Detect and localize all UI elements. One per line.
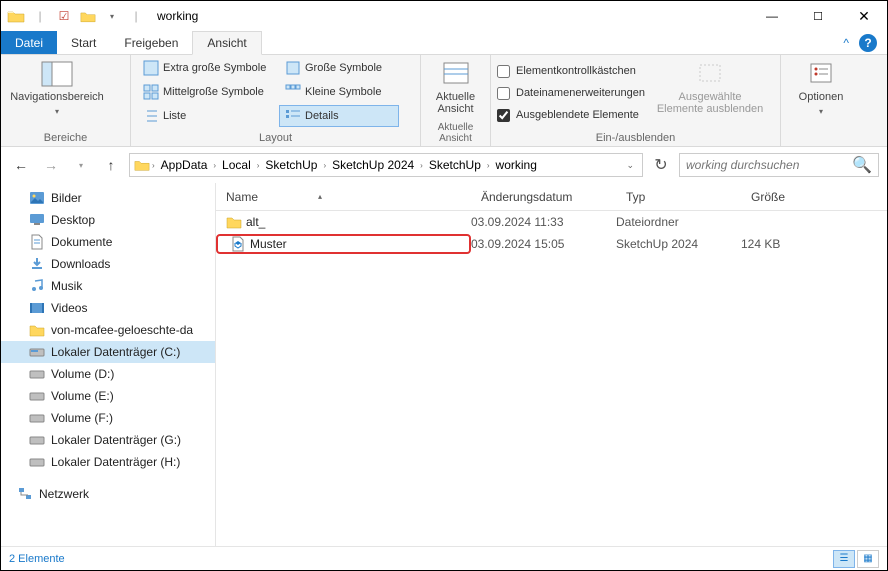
navigation-pane-label: Navigationsbereich: [10, 91, 104, 103]
tree-item-label: von-mcafee-geloeschte-da: [51, 323, 193, 337]
tree-item-label: Bilder: [51, 191, 82, 205]
tab-share[interactable]: Freigeben: [110, 31, 192, 54]
qat-properties-icon[interactable]: ☑: [53, 5, 75, 27]
layout-md[interactable]: Mittelgroße Symbole: [137, 81, 277, 103]
tree-item-label: Netzwerk: [39, 487, 89, 501]
tree-item[interactable]: Downloads: [1, 253, 215, 275]
qat-new-folder-icon[interactable]: [77, 5, 99, 27]
file-modified: 03.09.2024 15:05: [471, 237, 616, 251]
crumb-1[interactable]: Local: [218, 158, 255, 172]
minimize-button[interactable]: —: [749, 1, 795, 31]
tree-item-label: Volume (E:): [51, 389, 114, 403]
tree-item-label: Desktop: [51, 213, 95, 227]
col-modified[interactable]: Änderungsdatum: [471, 190, 616, 204]
tree-item[interactable]: Musik: [1, 275, 215, 297]
view-details-button[interactable]: ☰: [833, 550, 855, 568]
file-name: Muster: [250, 237, 287, 251]
close-button[interactable]: ✕: [841, 1, 887, 31]
crumb-4[interactable]: SketchUp: [425, 158, 485, 172]
tree-item[interactable]: Dokumente: [1, 231, 215, 253]
tree-item[interactable]: Desktop: [1, 209, 215, 231]
tree-item[interactable]: Lokaler Datenträger (H:): [1, 451, 215, 473]
search-icon[interactable]: 🔍: [852, 155, 872, 175]
view-thumbnails-button[interactable]: ▦: [857, 550, 879, 568]
layout-details[interactable]: Details: [279, 105, 399, 127]
tree-item[interactable]: Volume (F:): [1, 407, 215, 429]
refresh-button[interactable]: ↻: [649, 153, 673, 177]
chk-item-checkboxes[interactable]: Elementkontrollkästchen: [497, 61, 645, 81]
crumb-3[interactable]: SketchUp 2024: [328, 158, 418, 172]
folder-icon: [134, 158, 150, 172]
tree-item[interactable]: Lokaler Datenträger (G:): [1, 429, 215, 451]
search-box[interactable]: 🔍: [679, 153, 879, 177]
options-button[interactable]: Optionen ▾: [787, 57, 855, 116]
file-name: alt_: [246, 215, 265, 229]
current-view-button[interactable]: Aktuelle Ansicht: [427, 57, 484, 115]
file-modified: 03.09.2024 11:33: [471, 215, 616, 229]
chk-file-extensions[interactable]: Dateinamenerweiterungen: [497, 83, 645, 103]
tree-item-label: Lokaler Datenträger (G:): [51, 433, 181, 447]
tree-item-network[interactable]: Netzwerk: [1, 483, 215, 505]
navigation-pane-button[interactable]: Navigationsbereich ▾: [7, 57, 107, 116]
layout-lg[interactable]: Große Symbole: [279, 57, 399, 79]
tab-file[interactable]: Datei: [1, 31, 57, 54]
file-type: Dateiordner: [616, 215, 741, 229]
tree-item-label: Volume (D:): [51, 367, 114, 381]
sort-asc-icon: ▴: [318, 192, 322, 201]
crumb-5[interactable]: working: [492, 158, 541, 172]
tree-item-label: Downloads: [51, 257, 110, 271]
tree-item[interactable]: von-mcafee-geloeschte-da: [1, 319, 215, 341]
divider-icon: |: [125, 5, 147, 27]
tree-item[interactable]: Volume (E:): [1, 385, 215, 407]
tree-item[interactable]: Bilder: [1, 187, 215, 209]
tree-item-label: Lokaler Datenträger (H:): [51, 455, 180, 469]
help-icon[interactable]: ?: [859, 34, 877, 52]
chk-hidden-items[interactable]: Ausgeblendete Elemente: [497, 105, 645, 125]
tab-view[interactable]: Ansicht: [192, 31, 261, 55]
col-type[interactable]: Typ: [616, 190, 741, 204]
tree-item-label: Volume (F:): [51, 411, 113, 425]
tree-item-label: Videos: [51, 301, 87, 315]
col-name[interactable]: Name▴: [216, 190, 471, 204]
nav-forward-button[interactable]: →: [39, 153, 63, 177]
qat-dropdown-icon[interactable]: ▾: [101, 5, 123, 27]
file-row[interactable]: Muster 03.09.2024 15:05SketchUp 2024124 K…: [216, 233, 887, 255]
layout-xl[interactable]: Extra große Symbole: [137, 57, 277, 79]
group-layout-label: Layout: [137, 132, 414, 146]
nav-tree[interactable]: Bilder Desktop Dokumente Downloads Musik Vide…: [1, 183, 216, 546]
crumb-2[interactable]: SketchUp: [261, 158, 321, 172]
file-size: 124 KB: [741, 237, 841, 251]
chevron-down-icon: ▾: [819, 107, 823, 116]
tree-item-label: Lokaler Datenträger (C:): [51, 345, 180, 359]
file-type: SketchUp 2024: [616, 237, 741, 251]
divider-icon: |: [29, 5, 51, 27]
tree-item[interactable]: Videos: [1, 297, 215, 319]
status-item-count: 2 Elemente: [9, 553, 65, 565]
file-row[interactable]: alt_ 03.09.2024 11:33Dateiordner: [216, 211, 887, 233]
ribbon-collapse-icon[interactable]: ^: [843, 36, 849, 50]
layout-sm[interactable]: Kleine Symbole: [279, 81, 399, 103]
folder-icon: [5, 5, 27, 27]
breadcrumb[interactable]: › AppData› Local› SketchUp› SketchUp 202…: [129, 153, 643, 177]
layout-list[interactable]: Liste: [137, 105, 277, 127]
window-title: working: [157, 9, 198, 23]
tree-item-label: Musik: [51, 279, 82, 293]
crumb-0[interactable]: AppData: [157, 158, 212, 172]
search-input[interactable]: [686, 158, 852, 172]
maximize-button[interactable]: ☐: [795, 1, 841, 31]
group-showhide-label: Ein-/ausblenden: [497, 132, 774, 146]
tree-item[interactable]: Volume (D:): [1, 363, 215, 385]
hide-selected-button[interactable]: Ausgewählte Elemente ausblenden: [655, 57, 765, 115]
group-panes-label: Bereiche: [7, 132, 124, 146]
tree-item-label: Dokumente: [51, 235, 112, 249]
breadcrumb-dropdown-icon[interactable]: ⌄: [626, 160, 638, 171]
nav-recent-dropdown[interactable]: ▾: [69, 153, 93, 177]
col-size[interactable]: Größe: [741, 190, 841, 204]
tab-start[interactable]: Start: [57, 31, 110, 54]
group-currentview-label: Aktuelle Ansicht: [427, 122, 484, 146]
chevron-down-icon: ▾: [55, 107, 59, 116]
nav-up-button[interactable]: ↑: [99, 153, 123, 177]
tree-item[interactable]: Lokaler Datenträger (C:): [1, 341, 215, 363]
nav-back-button[interactable]: ←: [9, 153, 33, 177]
